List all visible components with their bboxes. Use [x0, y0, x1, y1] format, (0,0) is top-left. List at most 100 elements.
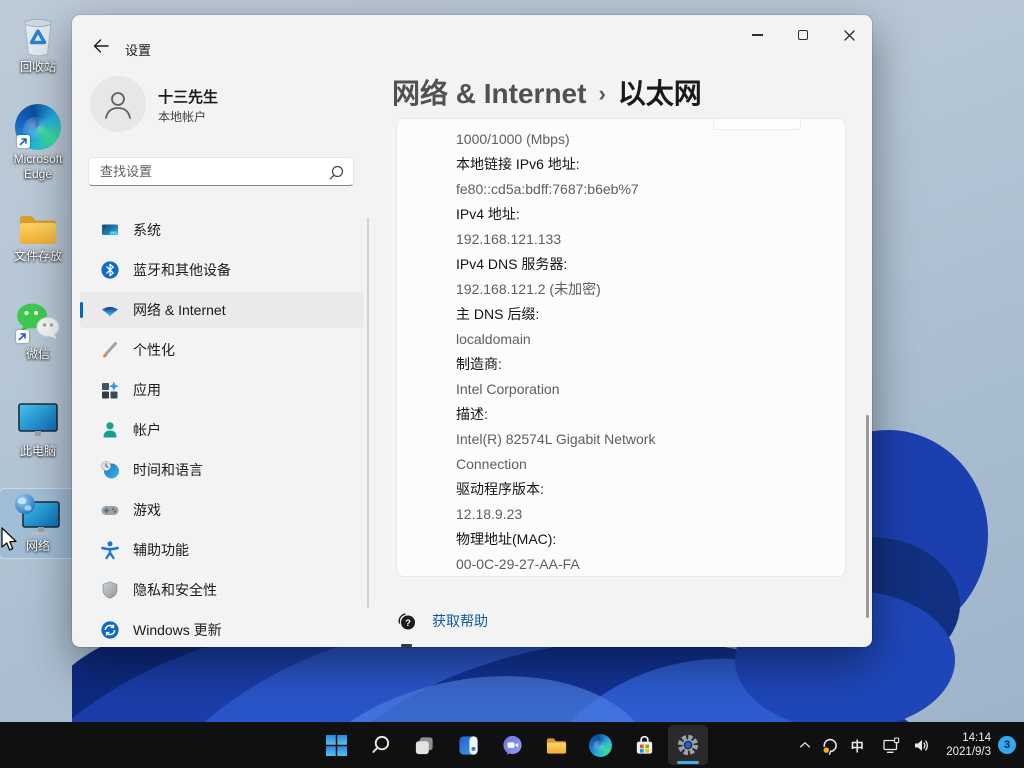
sidebar-item-label: 系统 — [133, 220, 161, 240]
desktop-icon-this-pc[interactable]: 此电脑 — [0, 396, 76, 463]
sidebar-item-personalization[interactable]: 个性化 — [80, 332, 364, 368]
desktop-icon-label: 网络 — [26, 539, 50, 554]
store-icon — [633, 734, 656, 757]
help-icon: ? — [396, 611, 417, 631]
close-button[interactable] — [826, 15, 872, 55]
search-input[interactable] — [89, 158, 353, 185]
task-view-button[interactable] — [404, 725, 444, 765]
breadcrumb: 网络 & Internet › 以太网 — [392, 72, 702, 112]
sidebar-item-label: 游戏 — [133, 500, 161, 520]
update-pending-icon — [821, 736, 840, 755]
windows-update-icon — [100, 620, 120, 640]
edge-icon — [589, 734, 612, 757]
sidebar-item-label: 蓝牙和其他设备 — [133, 260, 231, 280]
edit-button-clipped[interactable] — [713, 118, 801, 130]
get-help-row: ? 获取帮助 — [396, 611, 488, 631]
page-title: 以太网 — [618, 78, 702, 109]
folder-icon — [17, 211, 59, 247]
widgets-button[interactable] — [448, 725, 488, 765]
property-value: 1000/1000 (Mbps) — [456, 127, 825, 152]
wifi-icon — [100, 300, 120, 320]
get-help-link[interactable]: 获取帮助 — [432, 611, 488, 631]
search-box — [88, 157, 354, 186]
property-label: IPv4 地址: — [456, 202, 825, 227]
task-view-icon — [413, 734, 436, 757]
edge-button[interactable] — [580, 725, 620, 765]
gamepad-icon — [100, 500, 120, 520]
system-tray: 中 14:14 2021/9/3 3 — [794, 722, 1020, 768]
tray-chevron-button[interactable] — [794, 725, 816, 765]
property-value: 192.168.121.2 (未加密) — [456, 277, 825, 302]
apps-icon — [100, 380, 120, 400]
sidebar-item-accessibility[interactable]: 辅助功能 — [80, 532, 364, 568]
ime-indicator[interactable]: 中 — [844, 725, 870, 765]
taskbar-search-button[interactable] — [360, 725, 400, 765]
file-explorer-button[interactable] — [536, 725, 576, 765]
this-pc-icon — [15, 400, 61, 442]
volume-tray-button[interactable] — [906, 725, 936, 765]
sidebar-item-label: 应用 — [133, 380, 161, 400]
sidebar-item-gaming[interactable]: 游戏 — [80, 492, 364, 528]
maximize-button[interactable] — [780, 15, 826, 55]
profile-account-type: 本地帐户 — [158, 108, 206, 125]
chat-button[interactable] — [492, 725, 532, 765]
sidebar-item-time-language[interactable]: 时间和语言 — [80, 452, 364, 488]
sidebar-item-accounts[interactable]: 帐户 — [80, 412, 364, 448]
network-tray-button[interactable] — [876, 725, 906, 765]
property-label: 描述: — [456, 402, 825, 427]
desktop-icon-recycle-bin[interactable]: 回收站 — [0, 10, 76, 79]
content-scrollbar[interactable] — [866, 415, 869, 618]
breadcrumb-separator-icon: › — [598, 81, 605, 106]
property-label: 制造商: — [456, 352, 825, 377]
account-icon — [100, 420, 120, 440]
ethernet-icon — [882, 737, 900, 754]
feedback-icon-clipped[interactable] — [401, 644, 412, 647]
clock[interactable]: 14:14 2021/9/3 — [946, 731, 991, 759]
property-value: Intel(R) 82574L Gigabit Network Connecti… — [456, 427, 701, 477]
property-label: 本地链接 IPv6 地址: — [456, 152, 825, 177]
sidebar-item-label: Windows 更新 — [133, 620, 222, 640]
minimize-icon — [752, 34, 763, 35]
store-button[interactable] — [624, 725, 664, 765]
shortcut-arrow-icon — [16, 330, 29, 343]
breadcrumb-parent[interactable]: 网络 & Internet — [392, 78, 586, 109]
desktop-icon-wechat[interactable]: 微信 — [0, 297, 76, 366]
tray-date: 2021/9/3 — [946, 745, 991, 759]
settings-window: 设置 十三先生 本地帐户 系统 — [72, 15, 872, 647]
property-value: 00-0C-29-27-AA-FA — [456, 552, 825, 577]
accessibility-icon — [100, 540, 120, 560]
back-button[interactable] — [86, 33, 116, 59]
property-value: 192.168.121.133 — [456, 227, 825, 252]
shortcut-arrow-icon — [17, 135, 30, 148]
avatar[interactable] — [90, 76, 146, 132]
sidebar-item-bluetooth-devices[interactable]: 蓝牙和其他设备 — [80, 252, 364, 288]
sidebar-item-label: 辅助功能 — [133, 540, 189, 560]
sidebar-scrollbar[interactable] — [367, 218, 369, 608]
property-label: 物理地址(MAC): — [456, 527, 825, 552]
back-arrow-icon — [93, 39, 109, 53]
desktop-icon-label: Microsoft Edge — [2, 152, 74, 182]
update-restart-tray-button[interactable] — [816, 725, 844, 765]
settings-button[interactable] — [668, 725, 708, 765]
sidebar-item-label: 个性化 — [133, 340, 175, 360]
desktop-icon-file-folder[interactable]: 文件存放 — [0, 207, 76, 268]
desktop-icon-edge[interactable]: Microsoft Edge — [0, 100, 76, 186]
sidebar-item-privacy-security[interactable]: 隐私和安全性 — [80, 572, 364, 608]
time-language-icon — [100, 460, 120, 480]
mouse-cursor — [0, 527, 20, 553]
sidebar-item-apps[interactable]: 应用 — [80, 372, 364, 408]
minimize-button[interactable] — [734, 15, 780, 55]
sidebar-item-windows-update[interactable]: Windows 更新 — [80, 612, 364, 647]
ethernet-details-card: 1000/1000 (Mbps) 本地链接 IPv6 地址: fe80::cd5… — [396, 118, 846, 577]
profile-name: 十三先生 — [158, 86, 218, 107]
property-value: localdomain — [456, 327, 825, 352]
property-value: fe80::cd5a:bdff:7687:b6eb%7 — [456, 177, 825, 202]
notification-badge[interactable]: 3 — [998, 736, 1016, 754]
sidebar-item-label: 隐私和安全性 — [133, 580, 217, 600]
file-explorer-icon — [545, 734, 568, 757]
sidebar-item-system[interactable]: 系统 — [80, 212, 364, 248]
sidebar-item-network-internet[interactable]: 网络 & Internet — [80, 292, 364, 328]
recycle-bin-icon — [18, 14, 58, 58]
chat-icon — [501, 734, 524, 757]
start-button[interactable] — [316, 725, 356, 765]
